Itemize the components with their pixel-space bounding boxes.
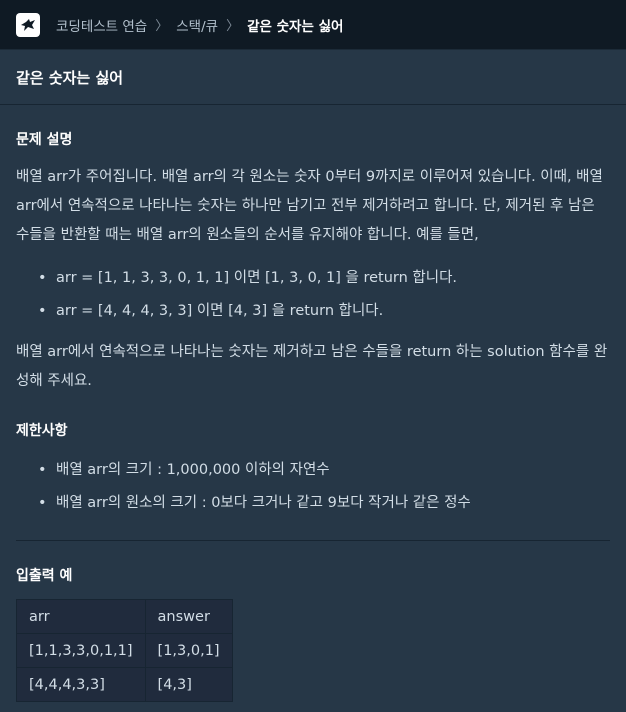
io-example-heading: 입출력 예 — [16, 568, 73, 584]
table-cell: [1,3,0,1] — [144, 633, 233, 668]
table-row: [1,1,3,3,0,1,1] [1,3,0,1] — [16, 633, 233, 668]
io-example-table: arr answer [1,1,3,3,0,1,1] [1,3,0,1] [4,… — [16, 599, 233, 702]
divider — [16, 540, 610, 541]
list-item: 배열 arr의 크기 : 1,000,000 이하의 자연수 — [38, 454, 610, 487]
column-header-answer: answer — [144, 599, 233, 634]
list-item: 배열 arr의 원소의 크기 : 0보다 크거나 같고 9보다 작거나 같은 정… — [38, 487, 610, 520]
table-cell: [4,4,4,3,3] — [16, 667, 146, 702]
problem-description: 문제 설명 배열 arr가 주어집니다. 배열 arr의 각 원소는 숫자 0부… — [0, 129, 626, 702]
chevron-right-icon: 〉 — [155, 19, 169, 34]
problem-title: 같은 숫자는 싫어 — [0, 50, 626, 105]
top-navigation-bar: 코딩테스트 연습 〉 스택/큐 〉 같은 숫자는 싫어 — [0, 0, 626, 50]
programmers-logo-icon[interactable] — [16, 12, 40, 37]
table-cell: [4,3] — [144, 667, 233, 702]
constraints-heading: 제한사항 — [16, 423, 68, 439]
constraints-list: 배열 arr의 크기 : 1,000,000 이하의 자연수 배열 arr의 원… — [16, 454, 610, 520]
table-header-row: arr answer — [16, 599, 233, 634]
list-item: arr = [4, 4, 4, 3, 3] 이면 [4, 3] 을 return… — [38, 295, 610, 328]
breadcrumb-current: 같은 숫자는 싫어 — [247, 18, 344, 35]
table-row: [4,4,4,3,3] [4,3] — [16, 667, 233, 702]
description-heading: 문제 설명 — [16, 132, 73, 148]
breadcrumb-item-stack-queue[interactable]: 스택/큐 — [176, 15, 218, 35]
description-paragraph: 배열 arr가 주어집니다. 배열 arr의 각 원소는 숫자 0부터 9까지로… — [16, 169, 603, 243]
description-paragraph: 배열 arr에서 연속적으로 나타나는 숫자는 제거하고 남은 수들을 retu… — [16, 344, 608, 389]
breadcrumb-item-coding-test[interactable]: 코딩테스트 연습 — [56, 15, 147, 35]
breadcrumb: 코딩테스트 연습 〉 스택/큐 〉 같은 숫자는 싫어 — [56, 15, 343, 35]
example-list: arr = [1, 1, 3, 3, 0, 1, 1] 이면 [1, 3, 0,… — [16, 262, 610, 328]
list-item: arr = [1, 1, 3, 3, 0, 1, 1] 이면 [1, 3, 0,… — [38, 262, 610, 295]
table-cell: [1,1,3,3,0,1,1] — [16, 633, 146, 668]
chevron-right-icon: 〉 — [226, 19, 240, 34]
column-header-arr: arr — [16, 599, 146, 634]
